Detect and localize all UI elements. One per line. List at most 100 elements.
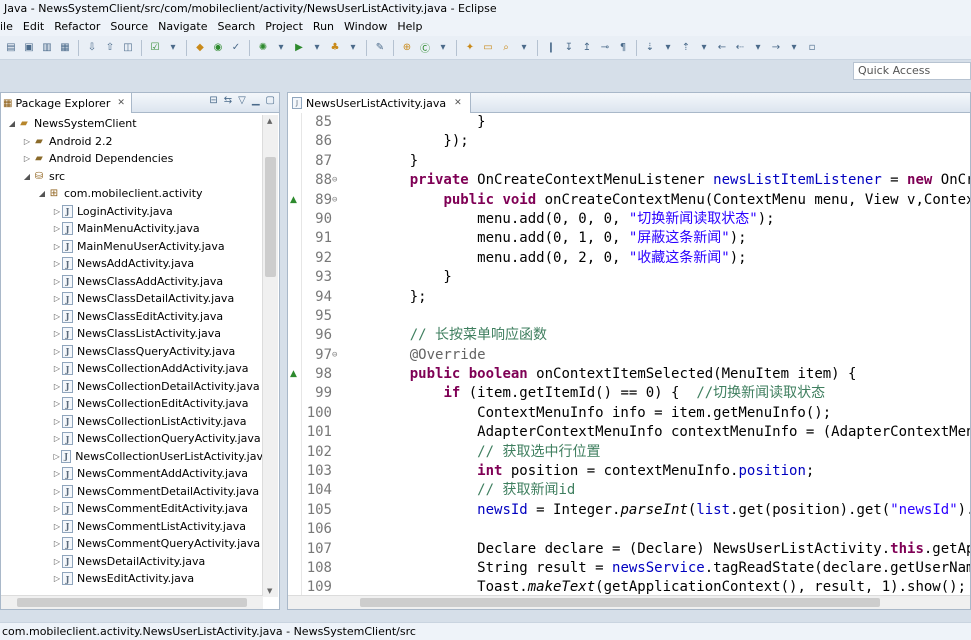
tree-collapsed-icon[interactable]: ▷ bbox=[52, 557, 62, 566]
tab-editor-file[interactable]: J NewsUserListActivity.java ✕ bbox=[288, 93, 471, 113]
tree-collapsed-icon[interactable]: ▷ bbox=[52, 504, 62, 513]
close-icon[interactable]: ✕ bbox=[117, 98, 125, 108]
tree-collapsed-icon[interactable]: ▷ bbox=[52, 399, 62, 408]
menu-search[interactable]: Search bbox=[215, 18, 263, 36]
lint-icon[interactable]: ✓ bbox=[229, 41, 243, 55]
scroll-up-icon[interactable]: ▲ bbox=[267, 117, 272, 125]
tree-collapsed-icon[interactable]: ▷ bbox=[22, 137, 32, 146]
code-area[interactable]: 85 } 86 }); 87 } 88 ⊖ private OnCreateContex… bbox=[302, 113, 970, 597]
menu-edit[interactable]: Edit bbox=[21, 18, 52, 36]
new-file-icon[interactable]: ▤ bbox=[4, 41, 18, 55]
tree-item[interactable]: ▷ J NewsCollectionDetailActivity.java bbox=[1, 378, 263, 396]
prev-annotation-icon[interactable]: ⇡ bbox=[679, 41, 693, 55]
tree-item[interactable]: ▷ J NewsClassAddActivity.java bbox=[1, 273, 263, 291]
forward-icon[interactable]: → bbox=[769, 41, 783, 55]
dropdown-arrow-icon[interactable]: ▾ bbox=[517, 41, 531, 55]
tree-collapsed-icon[interactable]: ▷ bbox=[52, 242, 62, 251]
close-icon[interactable]: ✕ bbox=[454, 98, 462, 108]
menu-help[interactable]: Help bbox=[395, 18, 430, 36]
tree-item[interactable]: ▷ J NewsCommentDetailActivity.java bbox=[1, 483, 263, 501]
tree-collapsed-icon[interactable]: ▷ bbox=[52, 452, 61, 461]
tree-item[interactable]: ◢ ⊞ com.mobileclient.activity bbox=[1, 185, 263, 203]
tree-item[interactable]: ▷ J NewsCommentListActivity.java bbox=[1, 518, 263, 536]
tree-collapsed-icon[interactable]: ▷ bbox=[52, 417, 62, 426]
quick-access-input[interactable]: Quick Access bbox=[853, 62, 971, 80]
avd-manager-icon[interactable]: ◉ bbox=[211, 41, 225, 55]
dropdown-arrow-icon[interactable]: ▾ bbox=[346, 41, 360, 55]
edit-icon[interactable]: ✎ bbox=[373, 41, 387, 55]
back-history-icon[interactable]: ⇠ bbox=[733, 41, 747, 55]
tree-collapsed-icon[interactable]: ▷ bbox=[52, 312, 62, 321]
search-icon[interactable]: ⌕ bbox=[499, 41, 513, 55]
dropdown-arrow-icon[interactable]: ▾ bbox=[751, 41, 765, 55]
dropdown-arrow-icon[interactable]: ▾ bbox=[310, 41, 324, 55]
save-all-icon[interactable]: ▥ bbox=[40, 41, 54, 55]
tree-collapsed-icon[interactable]: ▷ bbox=[52, 259, 62, 268]
tree-item[interactable]: ▷ J MainMenuActivity.java bbox=[1, 220, 263, 238]
annotation-next-icon[interactable]: ↧ bbox=[562, 41, 576, 55]
tree-item[interactable]: ▷ J NewsCommentQueryActivity.java bbox=[1, 535, 263, 553]
menu-navigate[interactable]: Navigate bbox=[156, 18, 215, 36]
tree-item[interactable]: ▷ ▰ Android 2.2 bbox=[1, 133, 263, 151]
tab-package-explorer[interactable]: ▦ Package Explorer ✕ bbox=[1, 93, 132, 113]
dropdown-arrow-icon[interactable]: ▾ bbox=[166, 41, 180, 55]
tree-collapsed-icon[interactable]: ▷ bbox=[52, 347, 62, 356]
tree-collapsed-icon[interactable]: ▷ bbox=[52, 294, 62, 303]
layout-icon[interactable]: ◫ bbox=[121, 41, 135, 55]
link-with-editor-icon[interactable]: ⇆ bbox=[224, 95, 232, 106]
tree-collapsed-icon[interactable]: ▷ bbox=[52, 329, 62, 338]
tree-collapsed-icon[interactable]: ▷ bbox=[52, 277, 62, 286]
tree-collapsed-icon[interactable]: ▷ bbox=[52, 434, 62, 443]
dropdown-arrow-icon[interactable]: ▾ bbox=[436, 41, 450, 55]
new-package-icon[interactable]: ⊕ bbox=[400, 41, 414, 55]
save-icon[interactable]: ▣ bbox=[22, 41, 36, 55]
debug-icon[interactable]: ✺ bbox=[256, 41, 270, 55]
fold-toggle-icon[interactable]: ⊖ bbox=[332, 191, 337, 210]
checkbox-icon[interactable]: ☑ bbox=[148, 41, 162, 55]
tree-collapsed-icon[interactable]: ▷ bbox=[52, 469, 62, 478]
explorer-horizontal-scrollbar[interactable] bbox=[1, 595, 263, 609]
import-icon[interactable]: ⇩ bbox=[85, 41, 99, 55]
menu-window[interactable]: Window bbox=[342, 18, 395, 36]
fold-toggle-icon[interactable]: ⊖ bbox=[332, 346, 337, 365]
tree-item[interactable]: ▷ J NewsClassEditActivity.java bbox=[1, 308, 263, 326]
run-icon[interactable]: ▶ bbox=[292, 41, 306, 55]
open-folder-icon[interactable]: ▭ bbox=[481, 41, 495, 55]
tree-item[interactable]: ▷ J NewsCollectionListActivity.java bbox=[1, 413, 263, 431]
tree-item[interactable]: ▷ J NewsClassListActivity.java bbox=[1, 325, 263, 343]
tree-item[interactable]: ▷ J NewsCollectionQueryActivity.java bbox=[1, 430, 263, 448]
new-class-icon[interactable]: Ⓒ bbox=[418, 41, 432, 55]
scrollbar-thumb[interactable] bbox=[17, 598, 247, 607]
android-sdk-icon[interactable]: ◆ bbox=[193, 41, 207, 55]
external-tools-icon[interactable]: ♣ bbox=[328, 41, 342, 55]
tree-collapsed-icon[interactable]: ▷ bbox=[22, 154, 32, 163]
menu-refactor[interactable]: Refactor bbox=[52, 18, 108, 36]
scrollbar-thumb[interactable] bbox=[360, 598, 880, 607]
tree-item[interactable]: ▷ J LoginActivity.java bbox=[1, 203, 263, 221]
tree-item[interactable]: ▷ J MainMenuUserActivity.java bbox=[1, 238, 263, 256]
menu-source[interactable]: Source bbox=[108, 18, 156, 36]
override-marker-icon[interactable]: ▲ bbox=[290, 369, 297, 379]
editor-horizontal-scrollbar[interactable] bbox=[288, 595, 970, 609]
menu-ile[interactable]: ile bbox=[0, 18, 21, 36]
tree-item[interactable]: ▷ J NewsCollectionUserListActivity.jav bbox=[1, 448, 263, 466]
restore-icon[interactable]: ▫ bbox=[805, 41, 819, 55]
tree-item[interactable]: ▷ J NewsDetailActivity.java bbox=[1, 553, 263, 571]
tree-collapsed-icon[interactable]: ▷ bbox=[52, 224, 62, 233]
toggle-mark-icon[interactable]: ❙ bbox=[544, 41, 558, 55]
tree-expanded-icon[interactable]: ◢ bbox=[7, 119, 17, 128]
tree-item[interactable]: ◢ ▰ NewsSystemClient bbox=[1, 115, 263, 133]
tree-collapsed-icon[interactable]: ▷ bbox=[52, 522, 62, 531]
override-marker-icon[interactable]: ▲ bbox=[290, 195, 297, 205]
back-icon[interactable]: ← bbox=[715, 41, 729, 55]
dropdown-arrow-icon[interactable]: ▾ bbox=[274, 41, 288, 55]
tree-collapsed-icon[interactable]: ▷ bbox=[52, 382, 62, 391]
dropdown-arrow-icon[interactable]: ▾ bbox=[697, 41, 711, 55]
tree-item[interactable]: ▷ J NewsEditActivity.java bbox=[1, 570, 263, 588]
print-icon[interactable]: ▦ bbox=[58, 41, 72, 55]
scrollbar-thumb[interactable] bbox=[265, 157, 276, 277]
tree-item[interactable]: ▷ J NewsAddActivity.java bbox=[1, 255, 263, 273]
tree-expanded-icon[interactable]: ◢ bbox=[22, 172, 32, 181]
tree-collapsed-icon[interactable]: ▷ bbox=[52, 364, 62, 373]
tree-item[interactable]: ▷ J NewsClassDetailActivity.java bbox=[1, 290, 263, 308]
